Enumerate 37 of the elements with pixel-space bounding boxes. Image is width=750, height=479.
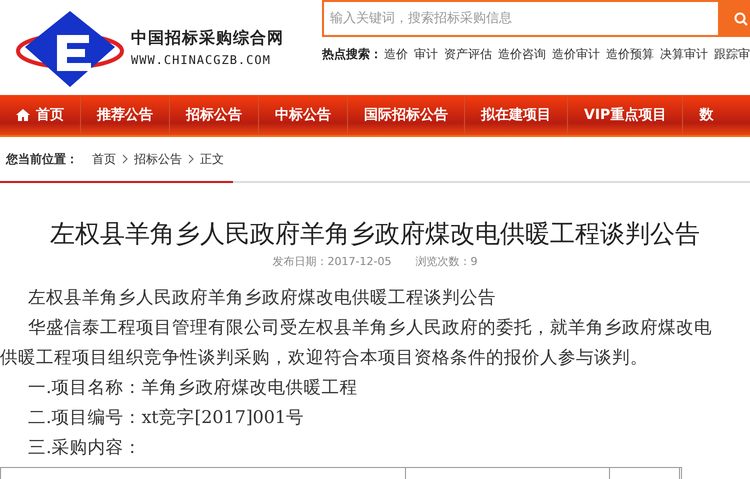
hot-search-link[interactable]: 决算审计 <box>660 46 708 63</box>
hot-search-link[interactable]: 造价咨询 <box>498 46 546 63</box>
nav-item[interactable]: 推荐公告 <box>80 95 169 135</box>
hot-search-link[interactable]: 资产评估 <box>444 46 492 63</box>
publish-date: 发布日期：2017-12-05 <box>272 254 392 269</box>
search-button[interactable] <box>720 0 750 37</box>
nav-item[interactable]: 国际招标公告 <box>347 95 464 135</box>
nav-item[interactable]: VIP重点项目 <box>567 95 682 135</box>
paragraph: 二.项目编号：xt竞字[2017]001号 <box>27 407 306 430</box>
hot-search-link[interactable]: 审计 <box>414 46 438 63</box>
nav-item[interactable]: 拟在建项目 <box>464 95 567 135</box>
logo-url: WWW.CHINACGZB.COM <box>131 53 272 67</box>
nav-item[interactable]: 中标公告 <box>258 95 347 135</box>
logo-name: 中国招标采购综合网 <box>131 28 284 49</box>
view-count: 浏览次数：9 <box>415 254 478 269</box>
article-title: 左权县羊角乡人民政府羊角乡政府煤改电供暖工程谈判公告 <box>49 218 701 250</box>
paragraph: 一.项目名称：羊角乡政府煤改电供暖工程 <box>27 377 359 400</box>
nav-item[interactable]: 首页 <box>0 95 80 135</box>
hot-search-link[interactable]: 造价审计 <box>552 46 600 63</box>
breadcrumb-label: 您当前位置： <box>6 150 78 168</box>
nav-item[interactable]: 招标公告 <box>169 95 258 135</box>
hot-search-link[interactable]: 跟踪审 <box>714 46 750 63</box>
breadcrumb-link[interactable]: 正文 <box>200 150 224 168</box>
paragraph: 左权县羊角乡人民政府羊角乡政府煤改电供暖工程谈判公告 <box>27 287 497 310</box>
paragraph: 华盛信泰工程项目管理有限公司受左权县羊角乡人民政府的委托，就羊角乡政府煤改电供暖工程项目组织竞争性谈判采购，欢迎符合本项目资格条件的报价人参与谈判。 <box>0 317 713 370</box>
search-icon <box>734 12 748 26</box>
chevron-icon <box>122 154 128 164</box>
paragraph: 三.采购内容： <box>27 437 143 460</box>
hot-search-link[interactable]: 造价预算 <box>606 46 654 63</box>
home-icon <box>16 109 30 121</box>
hot-search-label: 热点搜索： <box>322 46 382 63</box>
nav-item[interactable]: 数 <box>682 95 730 135</box>
breadcrumb-link[interactable]: 招标公告 <box>134 150 182 168</box>
search-field[interactable]: 输入关键词，搜索招标采购信息 <box>322 0 720 37</box>
breadcrumb-link[interactable]: 首页 <box>92 150 116 168</box>
hot-search-link[interactable]: 造价 <box>384 46 408 63</box>
chevron-icon <box>188 154 194 164</box>
